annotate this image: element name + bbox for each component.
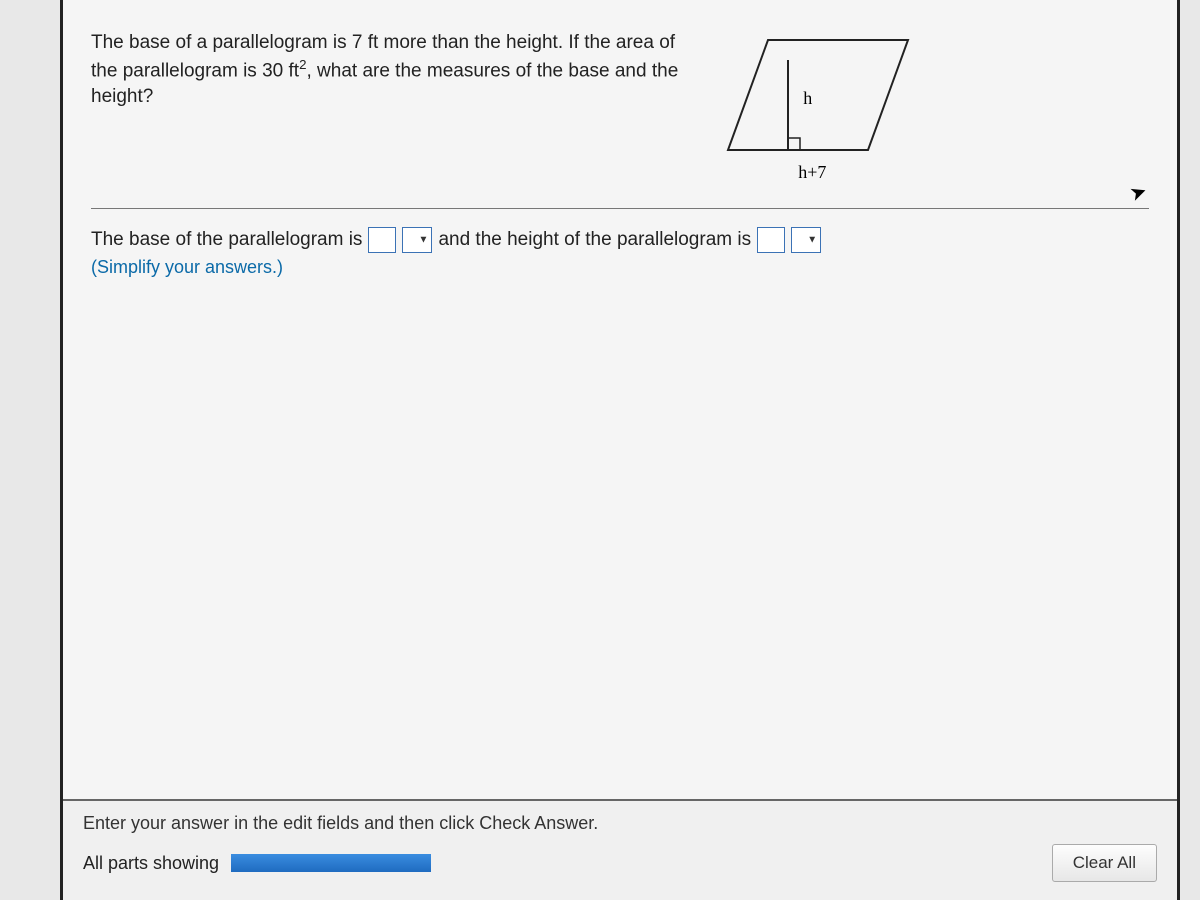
question-text: The base of a parallelogram is 7 ft more… [91,30,678,109]
section-divider [91,208,1149,209]
parts-group: All parts showing [83,853,431,874]
diagram-base-label: h+7 [798,162,826,183]
base-unit-wrap [402,227,432,253]
simplify-hint: (Simplify your answers.) [91,257,1149,278]
parts-label: All parts showing [83,853,219,874]
answer-prefix-base: The base of the parallelogram is [91,229,362,251]
progress-fill [231,854,431,872]
question-line3: height? [91,86,153,107]
answer-line: The base of the parallelogram is and the… [91,227,1149,253]
height-input[interactable] [757,227,785,253]
base-unit-select[interactable] [402,227,432,253]
answer-middle: and the height of the parallelogram is [438,229,751,251]
height-unit-wrap [791,227,821,253]
diagram-height-label: h [803,88,812,109]
content-area: The base of a parallelogram is 7 ft more… [63,0,1177,799]
question-line1: The base of a parallelogram is 7 ft more… [91,32,675,53]
question-frame: The base of a parallelogram is 7 ft more… [60,0,1180,900]
question-line2-post: , what are the measures of the base and … [306,60,678,81]
question-line2-pre: the parallelogram is 30 ft [91,60,299,81]
footer-instruction: Enter your answer in the edit fields and… [83,813,1157,834]
base-input[interactable] [368,227,396,253]
progress-bar [231,854,431,872]
height-unit-select[interactable] [791,227,821,253]
clear-all-button[interactable]: Clear All [1052,844,1157,882]
parallelogram-diagram: h h+7 [718,30,918,190]
footer: Enter your answer in the edit fields and… [63,799,1177,900]
